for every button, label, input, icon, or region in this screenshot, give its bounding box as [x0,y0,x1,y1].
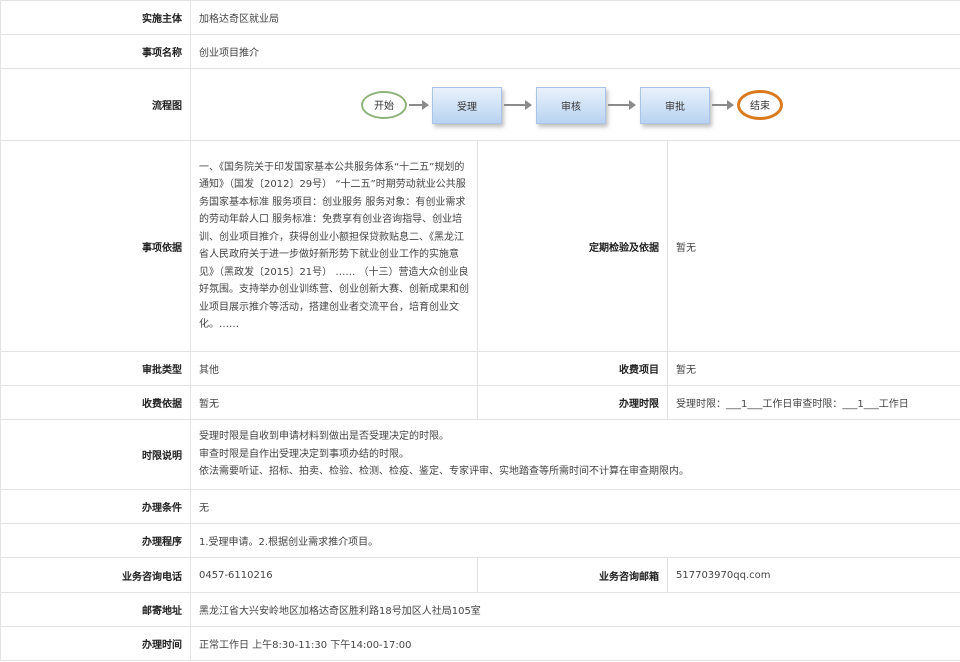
email-label: 业务咨询邮箱 [477,557,668,593]
address-label: 邮寄地址 [0,592,191,627]
basis-value: 一、《国务院关于印发国家基本公共服务体系“十二五”规划的通知》（国发〔2012〕… [190,140,478,352]
implementer-label: 实施主体 [0,0,191,35]
phone-value: 0457-6110216 [190,557,478,593]
row-procedure: 办理程序 1.受理申请。2.根据创业需求推介项目。 [0,523,960,558]
fee-basis-value: 暂无 [190,385,478,420]
row-fee-basis: 收费依据 暂无 办理时限 受理时限：___1___工作日审查时限：___1___… [0,385,960,420]
time-limit-value: 受理时限：___1___工作日审查时限：___1___工作日 [666,385,960,420]
row-address: 邮寄地址 黑龙江省大兴安岭地区加格达奇区胜利路18号加区人社局105室 [0,592,960,627]
approval-type-label: 审批类型 [0,351,191,386]
flowchart-label: 流程图 [0,68,191,141]
conditions-value: 无 [189,489,960,524]
phone-label: 业务咨询电话 [0,557,191,593]
time-desc-label: 时限说明 [0,419,191,490]
time-desc-line: 受理时限是自收到申请材料到做出是否受理决定的时限。 [199,431,449,443]
fee-items-label: 收费项目 [477,351,668,386]
row-flowchart: 流程图 开始 受理 审核 审批 结束 [0,68,960,141]
time-desc-line: 审查时限是自作出受理决定到事项办结的时限。 [199,448,409,460]
time-desc-value: 受理时限是自收到申请材料到做出是否受理决定的时限。 审查时限是自作出受理决定到事… [189,419,960,490]
hours-label: 办理时间 [0,626,191,661]
flow-approve-node: 审批 [640,86,710,124]
basis-label: 事项依据 [0,140,191,352]
flow-accept-node: 受理 [432,86,502,124]
email-value: 517703970qq.com [666,557,960,593]
flow-arrow [504,99,532,110]
flow-start-node: 开始 [361,90,407,119]
procedure-label: 办理程序 [0,523,191,558]
flowchart-cell: 开始 受理 审核 审批 结束 [189,68,960,141]
time-desc-line: 依法需要听证、招标、拍卖、检验、检测、检疫、鉴定、专家评审、实地踏查等所需时间不… [199,466,689,478]
flow-end-node: 结束 [737,89,783,120]
flowchart: 开始 受理 审核 审批 结束 [191,70,960,140]
address-value: 黑龙江省大兴安岭地区加格达奇区胜利路18号加区人社局105室 [189,592,960,627]
flow-arrow [608,99,636,110]
row-time-desc: 时限说明 受理时限是自收到申请材料到做出是否受理决定的时限。 审查时限是自作出受… [0,419,960,490]
fee-basis-label: 收费依据 [0,385,191,420]
row-hours: 办理时间 正常工作日 上午8:30-11:30 下午14:00-17:00 [0,626,960,661]
approval-type-value: 其他 [190,351,478,386]
service-info-table: 实施主体 加格达奇区就业局 事项名称 创业项目推介 流程图 开始 受理 审核 审… [0,0,960,661]
flow-arrow [409,99,429,110]
flow-arrow [712,99,734,110]
fee-items-value: 暂无 [666,351,960,386]
row-item-name: 事项名称 创业项目推介 [0,34,960,69]
conditions-label: 办理条件 [0,489,191,524]
row-phone: 业务咨询电话 0457-6110216 业务咨询邮箱 517703970qq.c… [0,557,960,593]
time-limit-label: 办理时限 [477,385,668,420]
hours-value: 正常工作日 上午8:30-11:30 下午14:00-17:00 [189,626,960,661]
inspection-label: 定期检验及依据 [477,140,668,352]
procedure-value: 1.受理申请。2.根据创业需求推介项目。 [189,523,960,558]
row-implementer: 实施主体 加格达奇区就业局 [0,0,960,35]
row-basis: 事项依据 一、《国务院关于印发国家基本公共服务体系“十二五”规划的通知》（国发〔… [0,140,960,352]
item-name-value: 创业项目推介 [189,34,960,69]
row-approval-type: 审批类型 其他 收费项目 暂无 [0,351,960,386]
row-conditions: 办理条件 无 [0,489,960,524]
inspection-value: 暂无 [666,140,960,352]
implementer-value: 加格达奇区就业局 [189,0,960,35]
flow-review-node: 审核 [536,86,606,124]
item-name-label: 事项名称 [0,34,191,69]
